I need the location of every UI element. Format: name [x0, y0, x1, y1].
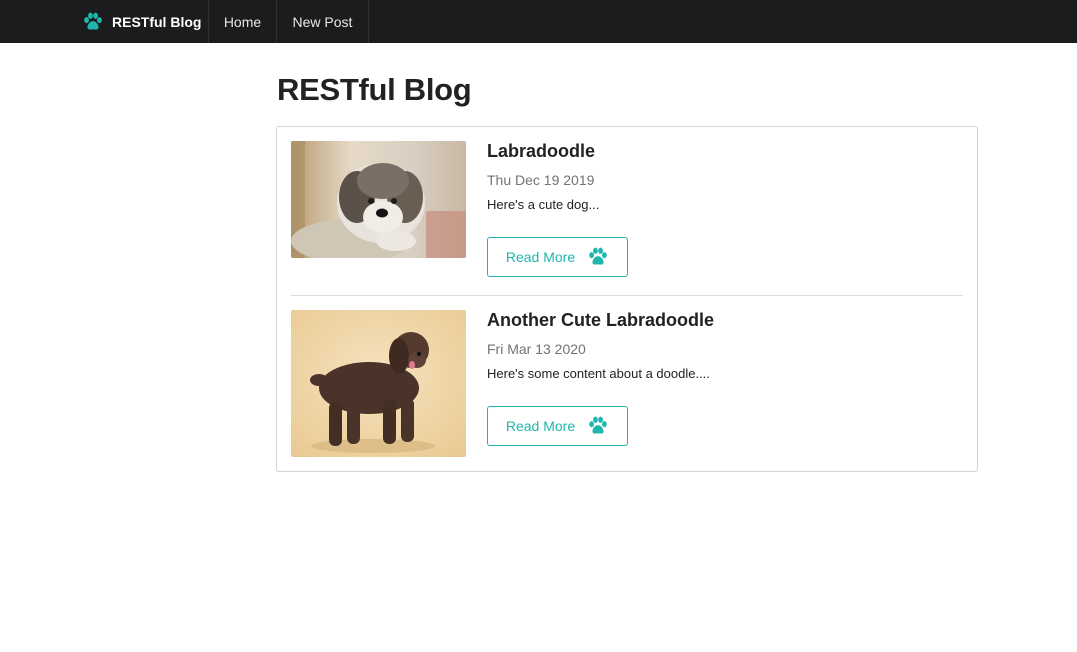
read-more-label: Read More	[505, 249, 576, 265]
dog-photo-image	[291, 310, 466, 457]
post-excerpt: Here's a cute dog...	[487, 197, 600, 212]
post-divider	[291, 295, 963, 296]
read-more-button[interactable]: Read More	[487, 406, 628, 446]
post-title[interactable]: Another Cute Labradoodle	[487, 310, 714, 331]
brand-link[interactable]: RESTful Blog	[72, 0, 209, 43]
post-thumbnail[interactable]	[291, 141, 466, 258]
read-more-label: Read More	[505, 418, 576, 434]
nav-home-link[interactable]: Home	[209, 0, 277, 43]
post-item: Another Cute Labradoodle Fri Mar 13 2020…	[291, 310, 963, 460]
top-navbar: RESTful Blog Home New Post	[0, 0, 1077, 43]
posts-list: Labradoodle Thu Dec 19 2019 Here's a cut…	[276, 126, 978, 472]
brand-label: RESTful Blog	[112, 13, 202, 30]
post-date: Fri Mar 13 2020	[487, 341, 586, 357]
paw-icon	[589, 416, 607, 434]
paw-icon	[589, 247, 607, 265]
paw-icon	[84, 12, 102, 30]
nav-new-post-link[interactable]: New Post	[277, 0, 369, 43]
post-item: Labradoodle Thu Dec 19 2019 Here's a cut…	[291, 141, 963, 291]
post-thumbnail[interactable]	[291, 310, 466, 457]
page-title: RESTful Blog	[277, 72, 472, 107]
post-date: Thu Dec 19 2019	[487, 172, 595, 188]
dog-photo-image	[291, 141, 466, 258]
post-excerpt: Here's some content about a doodle....	[487, 366, 710, 381]
post-title[interactable]: Labradoodle	[487, 141, 595, 162]
read-more-button[interactable]: Read More	[487, 237, 628, 277]
